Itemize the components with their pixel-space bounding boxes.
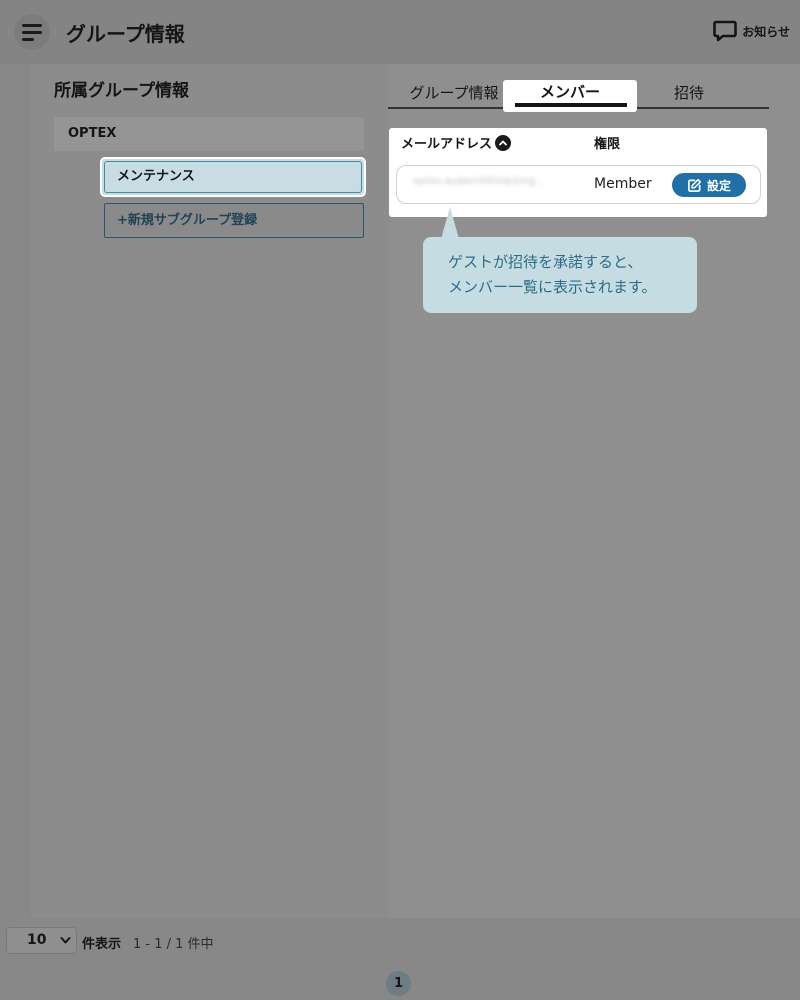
edit-icon xyxy=(688,178,702,192)
hamburger-icon-line xyxy=(22,30,42,34)
per-page-select[interactable]: 10 xyxy=(6,927,77,954)
hamburger-icon-line xyxy=(22,37,34,41)
group-item-optex[interactable]: OPTEX xyxy=(54,117,364,151)
member-settings-button[interactable]: 設定 xyxy=(672,173,746,197)
tab-members[interactable]: メンバー xyxy=(503,80,637,112)
sidebar-title: 所属グループ情報 xyxy=(54,81,189,101)
chevron-up-icon[interactable] xyxy=(495,134,512,151)
page-button-1[interactable]: 1 xyxy=(386,971,411,996)
per-page-label: 件表示 xyxy=(82,937,122,952)
per-page-value: 10 xyxy=(27,932,47,948)
tab-invite[interactable]: 招待 xyxy=(643,80,735,108)
tooltip-line-1: ゲストが招待を承諾すると、 xyxy=(448,253,643,271)
left-edge-strip xyxy=(0,64,31,918)
member-role: Member xyxy=(594,176,652,192)
notice-button[interactable]: お知らせ xyxy=(713,20,790,42)
add-subgroup-button[interactable]: +新規サブグループ登録 xyxy=(104,203,364,238)
column-header-email[interactable]: メールアドレス xyxy=(401,133,512,152)
tooltip-line-2: メンバー一覧に表示されます。 xyxy=(448,278,657,296)
subgroup-item-label: メンテナンス xyxy=(104,161,362,193)
tooltip-pointer xyxy=(441,207,459,239)
member-settings-label: 設定 xyxy=(706,178,731,193)
pagination-range: 1 - 1 / 1 件中 xyxy=(133,937,214,952)
column-header-role: 権限 xyxy=(594,137,621,152)
chevron-down-icon xyxy=(60,928,71,962)
tab-group-info[interactable]: グループ情報 xyxy=(392,80,516,108)
member-email: optex.audarcttthelp2org... xyxy=(413,176,545,187)
tab-members-label: メンバー xyxy=(539,83,600,101)
page-title: グループ情報 xyxy=(66,22,185,46)
message-icon xyxy=(713,20,738,42)
guide-tooltip: ゲストが招待を承諾すると、 メンバー一覧に表示されます。 xyxy=(423,237,697,313)
subgroup-item-maintenance[interactable]: メンテナンス xyxy=(100,157,366,197)
hamburger-menu-button[interactable] xyxy=(14,14,50,50)
column-header-email-label: メールアドレス xyxy=(401,137,493,152)
notice-label: お知らせ xyxy=(742,24,790,39)
active-tab-indicator xyxy=(515,103,627,107)
hamburger-icon xyxy=(22,23,42,27)
